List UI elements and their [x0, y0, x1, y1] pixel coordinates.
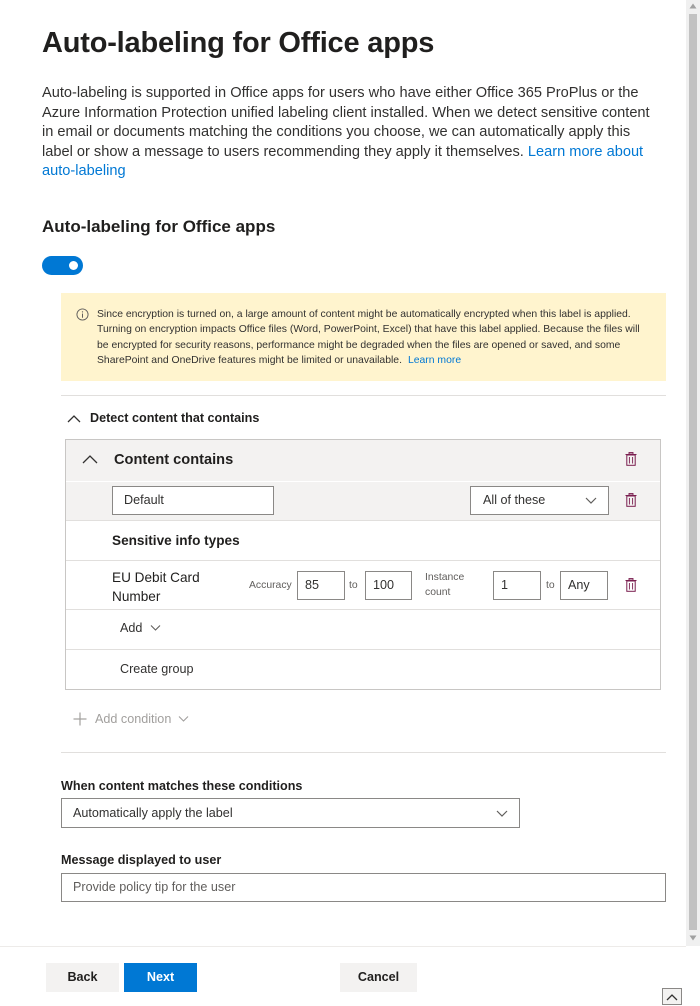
to-label: to — [546, 580, 555, 591]
chevron-down-icon — [585, 497, 597, 504]
group-name-input[interactable]: Default — [112, 486, 274, 515]
footer-divider — [0, 946, 686, 947]
back-button[interactable]: Back — [46, 963, 119, 992]
chevron-down-icon — [496, 810, 508, 817]
scroll-up-icon[interactable] — [689, 3, 697, 9]
divider — [61, 752, 666, 753]
row-divider — [66, 520, 660, 521]
add-condition-label: Add condition — [95, 712, 172, 726]
warning-text: Since encryption is turned on, a large a… — [97, 309, 640, 366]
message-label: Message displayed to user — [61, 853, 222, 867]
auto-labeling-page: Auto-labeling for Office apps Auto-label… — [0, 0, 700, 1006]
delete-icon[interactable] — [625, 578, 637, 592]
condition-group: Content contains Default All of these Se… — [65, 439, 661, 690]
action-label: When content matches these conditions — [61, 779, 303, 793]
add-condition-button[interactable]: Add condition — [73, 712, 189, 726]
row-divider — [66, 609, 660, 610]
page-title: Auto-labeling for Office apps — [42, 27, 435, 59]
chevron-down-icon — [151, 625, 161, 631]
accuracy-min-input[interactable]: 85 — [297, 571, 345, 600]
section-title: Auto-labeling for Office apps — [42, 217, 276, 236]
scroll-thumb[interactable] — [689, 14, 697, 930]
sensitive-info-types-title: Sensitive info types — [112, 533, 240, 548]
to-label: to — [349, 580, 358, 591]
accuracy-label: Accuracy — [249, 580, 292, 591]
accuracy-max-input[interactable]: 100 — [365, 571, 412, 600]
warning-learn-more-link[interactable]: Learn more — [408, 355, 461, 366]
row-divider — [66, 649, 660, 650]
encryption-warning: Since encryption is turned on, a large a… — [61, 293, 666, 381]
vertical-scrollbar[interactable] — [686, 0, 700, 946]
match-mode-dropdown[interactable]: All of these — [470, 486, 609, 515]
group-settings-row: Default All of these — [66, 481, 660, 520]
chevron-up-icon — [67, 414, 81, 422]
divider — [61, 395, 666, 396]
content-contains-header: Content contains — [66, 440, 660, 481]
chevron-up-icon — [666, 994, 678, 1001]
page-description: Auto-labeling is supported in Office app… — [42, 84, 662, 182]
instance-min-input[interactable]: 1 — [493, 571, 541, 600]
row-divider — [66, 560, 660, 561]
add-button[interactable]: Add — [120, 621, 161, 635]
action-dropdown[interactable]: Automatically apply the label — [61, 798, 520, 828]
policy-tip-input[interactable]: Provide policy tip for the user — [61, 873, 666, 902]
scroll-to-top-button[interactable] — [662, 988, 682, 1005]
action-value: Automatically apply the label — [73, 806, 233, 820]
delete-icon[interactable] — [625, 452, 637, 466]
next-button[interactable]: Next — [124, 963, 197, 992]
detect-content-toggle[interactable]: Detect content that contains — [67, 411, 259, 425]
add-label: Add — [120, 621, 143, 635]
chevron-down-icon — [178, 716, 189, 722]
content-contains-label: Content contains — [114, 452, 234, 468]
instance-max-input[interactable]: Any — [560, 571, 608, 600]
detect-content-label: Detect content that contains — [90, 411, 260, 425]
info-icon — [76, 308, 89, 321]
instance-count-label: Instance count — [425, 572, 465, 598]
chevron-up-icon[interactable] — [82, 454, 98, 464]
match-mode-value: All of these — [483, 493, 546, 507]
delete-icon[interactable] — [625, 493, 637, 507]
plus-icon — [73, 712, 87, 726]
toggle-knob — [69, 261, 78, 270]
sensitive-info-type-name: EU Debit Card Number — [112, 570, 200, 604]
auto-labeling-toggle[interactable] — [42, 256, 83, 275]
scroll-down-icon[interactable] — [689, 935, 697, 941]
create-group-button[interactable]: Create group — [120, 662, 194, 676]
cancel-button[interactable]: Cancel — [340, 963, 417, 992]
